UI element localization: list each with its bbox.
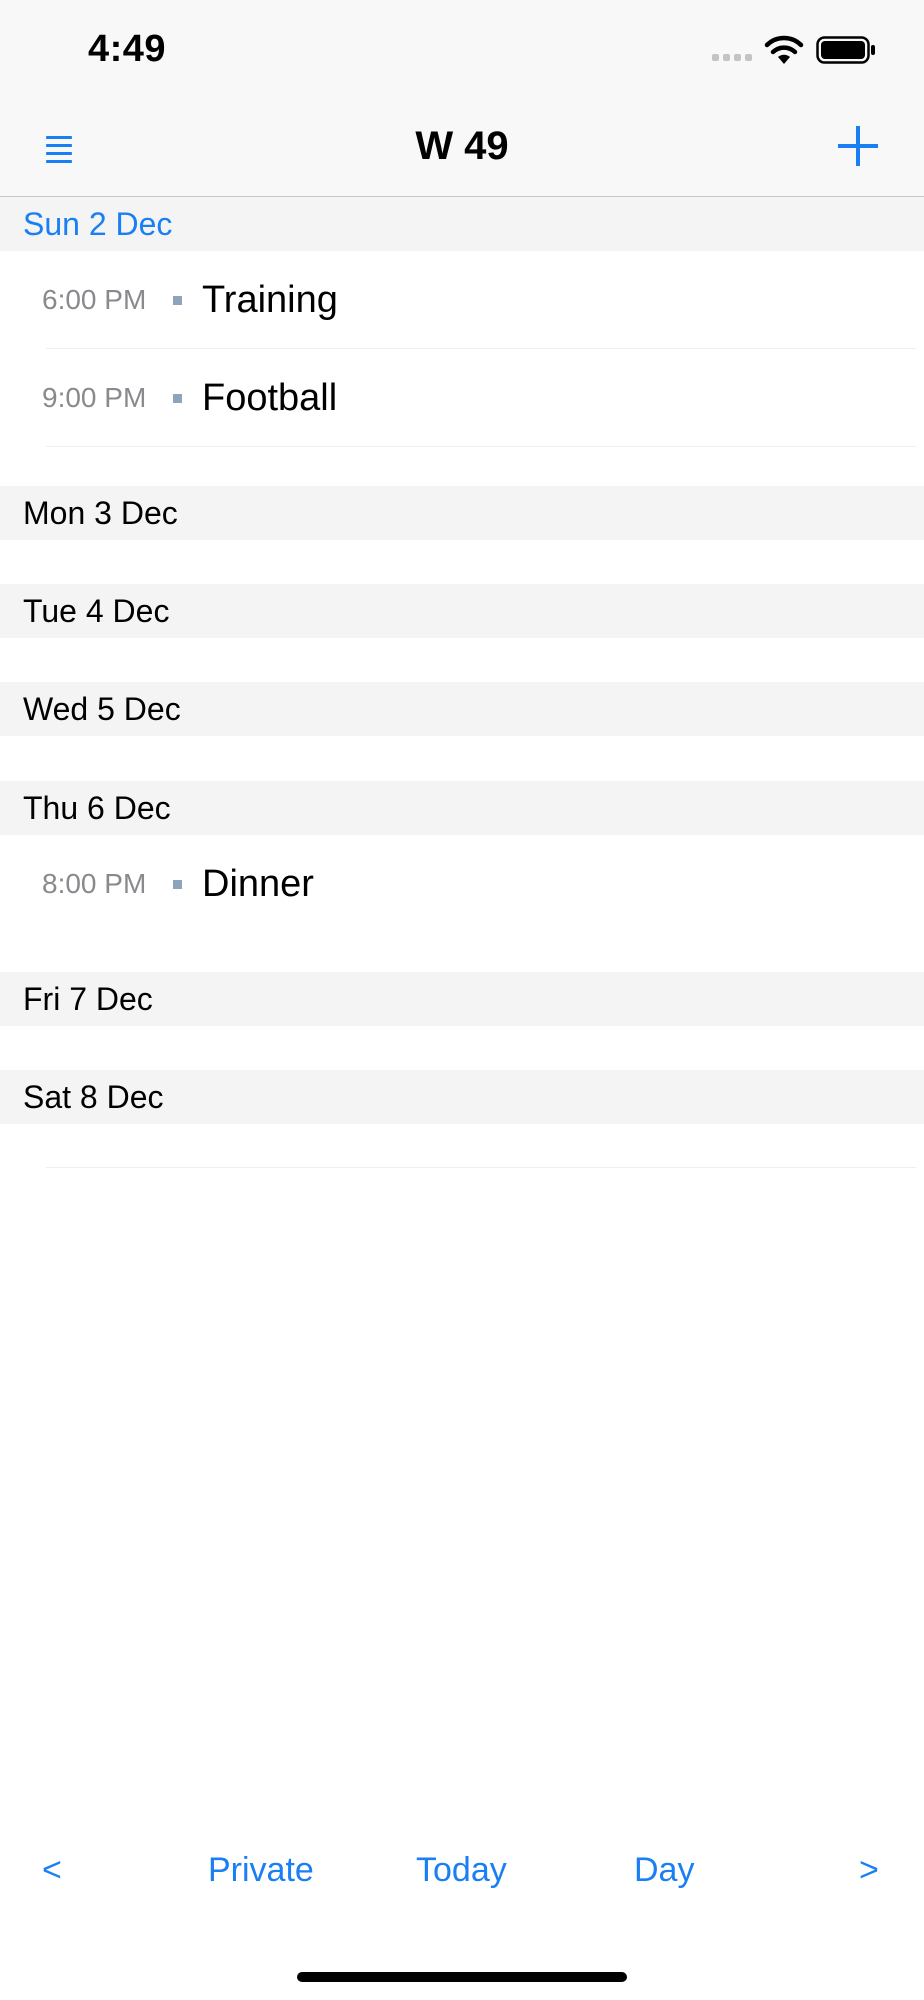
day-header-thu: Thu 6 Dec	[0, 781, 924, 835]
calendar-color-dot	[173, 296, 182, 305]
event-title: Training	[202, 279, 338, 321]
battery-icon	[816, 36, 875, 64]
event-row-training[interactable]: 6:00 PM Training	[0, 251, 924, 349]
day-header-sat: Sat 8 Dec	[0, 1070, 924, 1124]
week-title: W 49	[415, 124, 509, 168]
cellular-signal-icon	[712, 54, 756, 64]
event-time: 6:00 PM	[42, 284, 147, 315]
day-header-wed: Wed 5 Dec	[0, 682, 924, 736]
add-event-icon[interactable]	[836, 124, 880, 168]
next-week-button[interactable]: >	[859, 1830, 879, 1910]
previous-week-button[interactable]: <	[42, 1830, 62, 1910]
day-header-mon: Mon 3 Dec	[0, 486, 924, 540]
event-title: Dinner	[202, 863, 314, 905]
status-bar: 4:49	[0, 0, 924, 100]
view-mode-button[interactable]: Day	[634, 1830, 694, 1910]
status-time: 4:49	[88, 28, 167, 70]
event-row-dinner[interactable]: 8:00 PM Dinner	[0, 835, 924, 933]
navigation-bar: W 49	[0, 100, 924, 197]
day-header-fri: Fri 7 Dec	[0, 972, 924, 1026]
calendar-color-dot	[173, 394, 182, 403]
calendar-selector-button[interactable]: Private	[208, 1830, 314, 1910]
event-row-football[interactable]: 9:00 PM Football	[0, 349, 924, 447]
event-time: 9:00 PM	[42, 382, 147, 413]
day-header-tue: Tue 4 Dec	[0, 584, 924, 638]
today-button[interactable]: Today	[416, 1830, 507, 1910]
event-title: Football	[202, 377, 338, 419]
event-time: 8:00 PM	[42, 868, 147, 899]
calendar-color-dot	[173, 880, 182, 889]
row-separator	[46, 1167, 916, 1168]
wifi-icon	[764, 35, 804, 64]
row-separator	[46, 446, 916, 447]
bottom-toolbar: < Private Today Day >	[0, 1830, 924, 1910]
home-indicator[interactable]	[297, 1972, 627, 1982]
day-header-sun: Sun 2 Dec	[0, 197, 924, 251]
